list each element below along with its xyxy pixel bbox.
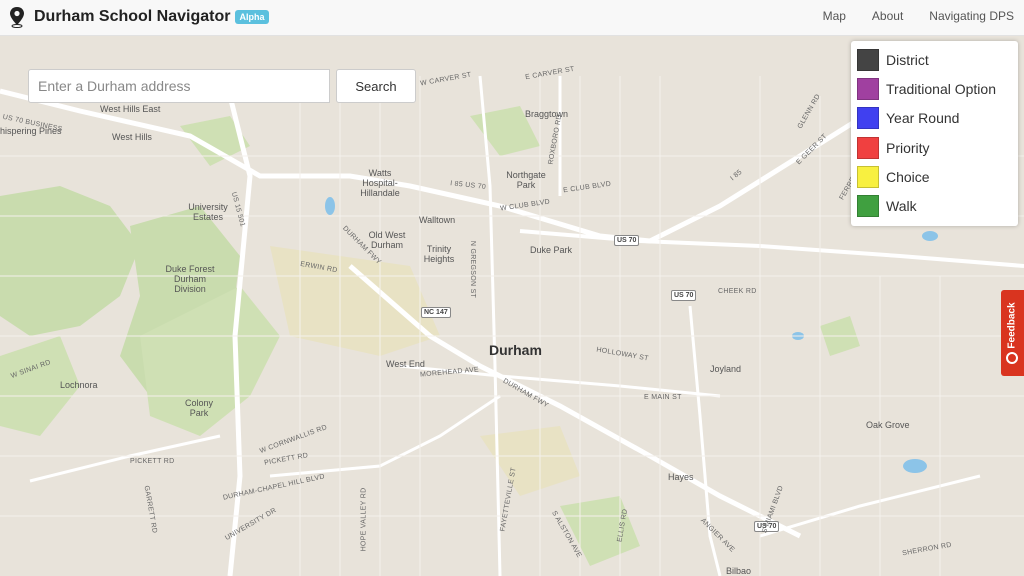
legend-label: Priority [886,139,930,156]
road-label: PICKETT RD [130,458,175,465]
place-label: Trinity Heights [423,244,455,264]
navbar: Durham School Navigator Alpha Map About … [0,0,1024,36]
legend-swatch [857,136,879,159]
feedback-label: Feedback [1006,302,1018,349]
legend-item-priority: Priority [857,133,1012,162]
legend-label: Choice [886,168,930,185]
place-label: West End [386,359,425,369]
city-label: Durham [489,342,542,358]
place-label: Duke Forest Durham Division [165,264,215,294]
legend-swatch [857,195,879,218]
alpha-badge: Alpha [235,10,269,24]
legend-swatch [857,48,879,71]
legend-item-traditional-option: Traditional Option [857,74,1012,103]
place-label: Northgate Park [506,170,546,190]
address-input[interactable] [28,69,330,103]
nav-link-about[interactable]: About [872,9,903,23]
place-label: West Hills [112,132,152,142]
search-button[interactable]: Search [336,69,416,103]
nav-link-navigating-dps[interactable]: Navigating DPS [929,9,1014,23]
school-type-legend: District Traditional Option Year Round P… [851,41,1018,226]
feedback-icon [1006,352,1018,364]
legend-item-walk: Walk [857,191,1012,220]
road-label: E MAIN ST [644,394,682,401]
place-label: Walltown [419,215,456,225]
address-search: Search [28,69,416,103]
legend-label: Year Round [886,110,960,127]
legend-item-choice: Choice [857,162,1012,191]
route-shield: US 70 [614,235,640,246]
place-label: Colony Park [184,398,213,418]
place-label: Watts Hospital-Hillandale [360,168,400,198]
place-label: Hayes [668,472,694,482]
road-label: N GREGSON ST [469,240,477,299]
legend-item-district: District [857,45,1012,74]
legend-swatch [857,165,879,188]
place-label: West Hills East [100,104,161,114]
place-label: Oak Grove [866,420,910,430]
feedback-button[interactable]: Feedback [1001,290,1024,376]
place-label: Old West Durham [368,230,406,250]
brand[interactable]: Durham School Navigator Alpha [8,6,269,28]
road-label: CHEEK RD [718,288,757,295]
road-label: HOPE VALLEY RD [360,487,368,552]
route-shield: US 70 [671,290,697,301]
nav-link-map[interactable]: Map [823,9,846,23]
nav-links: Map About Navigating DPS [797,9,1014,23]
place-label: Lochnora [60,380,98,390]
legend-item-year-round: Year Round [857,104,1012,133]
route-shield: NC 147 [421,307,451,318]
place-label: Duke Park [530,245,573,255]
app-title: Durham School Navigator [34,8,231,25]
legend-swatch [857,77,879,100]
legend-label: Walk [886,198,917,215]
legend-swatch [857,107,879,130]
map-pin-icon [10,7,24,28]
legend-label: Traditional Option [886,80,996,97]
place-label: Joyland [710,364,742,374]
place-label: University Estates [188,202,228,222]
place-label: Bilbao [726,566,752,576]
legend-label: District [886,51,929,68]
